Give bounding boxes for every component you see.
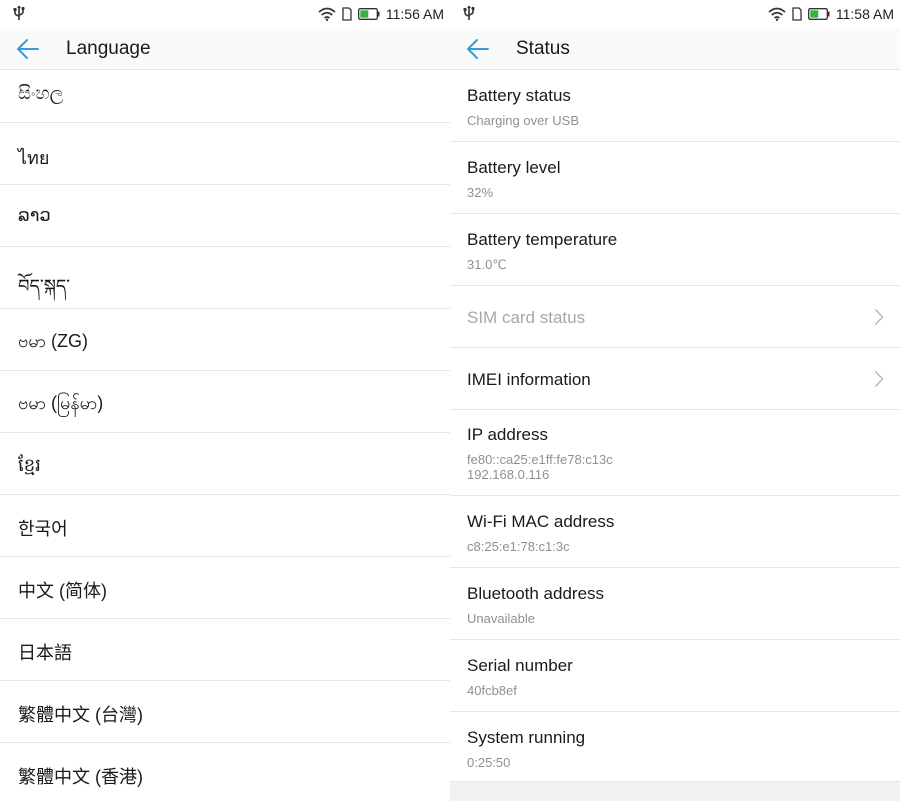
serial-number-row: Serial number 40fcb8ef	[450, 640, 900, 712]
back-arrow-icon[interactable]	[466, 38, 490, 60]
language-item-khmer[interactable]: ខ្មែរ	[0, 433, 450, 495]
wifi-mac-address-row: Wi-Fi MAC address c8:25:e1:78:c1:3c	[450, 496, 900, 568]
language-item-tibetan[interactable]: བོད་སྐད་	[0, 247, 450, 309]
row-title: Battery level	[467, 158, 561, 177]
language-item-lao[interactable]: ລາວ	[0, 185, 450, 247]
language-item-sinhala[interactable]: සිංහල	[0, 70, 450, 123]
row-value: 192.168.0.116	[467, 467, 550, 482]
row-value: 0:25:50	[467, 755, 511, 770]
battery-charging-icon	[357, 8, 380, 20]
row-value: Charging over USB	[467, 113, 579, 128]
language-item-japanese[interactable]: 日本語	[0, 619, 450, 681]
usb-icon	[13, 5, 25, 20]
language-label: 日本語	[18, 643, 72, 663]
row-title: IMEI information	[467, 370, 591, 389]
wifi-icon	[318, 7, 336, 21]
status-bar-time: 11:58 AM	[835, 6, 894, 22]
language-label: 한국어	[18, 519, 68, 539]
sim-card-icon	[342, 7, 352, 21]
language-label: ไทย	[18, 148, 50, 168]
chevron-right-icon	[874, 308, 884, 326]
sim-card-status-row[interactable]: SIM card status	[450, 286, 900, 348]
ip-address-row: IP address fe80::ca25:e1ff:fe78:c13c 192…	[450, 410, 900, 496]
language-item-chinese-taiwan[interactable]: 繁體中文 (台灣)	[0, 681, 450, 743]
bluetooth-address-row: Bluetooth address Unavailable	[450, 568, 900, 640]
battery-status-row: Battery status Charging over USB	[450, 70, 900, 142]
language-label: 繁體中文 (台灣)	[18, 705, 143, 725]
language-label: සිංහල	[18, 83, 64, 103]
status-screen: 11:58 AM Status Battery status Charging …	[450, 0, 900, 801]
language-label: ລາວ	[18, 205, 51, 225]
language-label: ဗမာ (ZG)	[18, 331, 88, 351]
app-bar: Language	[0, 28, 450, 70]
row-value: 40fcb8ef	[467, 683, 517, 698]
language-label: 中文 (简体)	[18, 581, 107, 601]
row-title: Bluetooth address	[467, 584, 605, 603]
row-value: Unavailable	[467, 611, 535, 626]
chevron-right-icon	[874, 370, 884, 388]
language-item-korean[interactable]: 한국어	[0, 495, 450, 557]
row-title: Wi-Fi MAC address	[467, 512, 615, 531]
language-item-burmese-myanmar[interactable]: ဗမာ (မြန်မာ)	[0, 371, 450, 433]
row-value: 31.0℃	[467, 257, 507, 272]
usb-icon	[463, 5, 475, 20]
language-screen: 11:56 AM Language සිංහල ไทย ລາວ བོད་སྐད་…	[0, 0, 450, 801]
row-value: fe80::ca25:e1ff:fe78:c13c	[467, 452, 613, 467]
app-bar: Status	[450, 28, 900, 70]
language-item-thai[interactable]: ไทย	[0, 123, 450, 185]
language-label: ဗမာ (မြန်မာ)	[18, 393, 104, 413]
battery-charging-icon	[807, 8, 830, 20]
page-title: Language	[66, 38, 151, 59]
row-value: c8:25:e1:78:c1:3c	[467, 539, 570, 554]
language-label: ខ្មែរ	[18, 455, 41, 475]
language-label: 繁體中文 (香港)	[18, 767, 143, 787]
language-item-chinese-simplified[interactable]: 中文 (简体)	[0, 557, 450, 619]
row-title: Battery status	[467, 86, 571, 105]
sim-card-icon	[792, 7, 802, 21]
status-bar: 11:56 AM	[0, 0, 450, 28]
wifi-icon	[768, 7, 786, 21]
row-title: Battery temperature	[467, 230, 618, 249]
battery-temperature-row: Battery temperature 31.0℃	[450, 214, 900, 286]
status-bar: 11:58 AM	[450, 0, 900, 28]
page-title: Status	[516, 38, 570, 59]
row-value: 32%	[467, 185, 494, 200]
status-bar-time: 11:56 AM	[385, 6, 444, 22]
battery-level-row: Battery level 32%	[450, 142, 900, 214]
row-title: System running	[467, 728, 586, 747]
imei-information-row[interactable]: IMEI information	[450, 348, 900, 410]
row-title: SIM card status	[467, 308, 586, 327]
language-item-burmese-zg[interactable]: ဗမာ (ZG)	[0, 309, 450, 371]
row-title: Serial number	[467, 656, 573, 675]
back-arrow-icon[interactable]	[16, 38, 40, 60]
status-list: Battery status Charging over USB Battery…	[450, 70, 900, 782]
language-item-chinese-hongkong[interactable]: 繁體中文 (香港)	[0, 743, 450, 801]
row-title: IP address	[467, 425, 548, 444]
system-running-row: System running 0:25:50	[450, 712, 900, 782]
